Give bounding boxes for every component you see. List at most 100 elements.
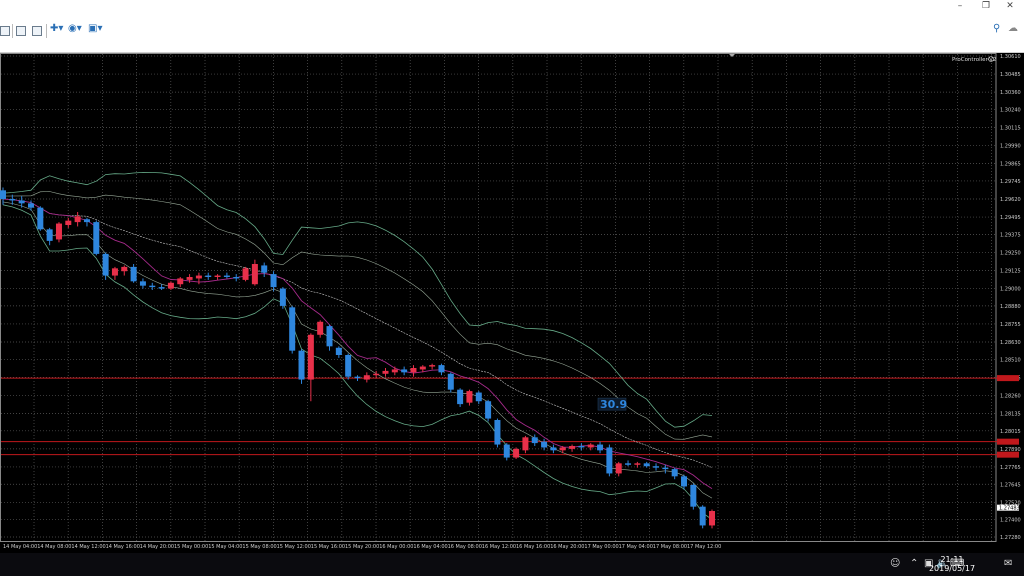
candle-body — [93, 222, 100, 254]
candle-body — [242, 268, 249, 280]
search-icon[interactable]: ⚲ — [993, 23, 1000, 34]
candle-body — [587, 444, 594, 448]
candle-body — [447, 373, 454, 390]
candle-body — [317, 321, 324, 335]
candle-body — [662, 467, 669, 470]
time-tick-label: 14 May 04:00 — [3, 544, 37, 550]
candle-body — [233, 277, 240, 279]
candle-body — [37, 207, 44, 230]
title-bar: – ❐ ✕ — [0, 0, 1024, 12]
candle-body — [625, 463, 632, 465]
candle-body — [139, 281, 146, 286]
clock-time[interactable]: 21:11 — [922, 555, 982, 564]
candle-body — [391, 369, 398, 373]
moving-average-line — [2, 198, 713, 489]
price-tick-label: 1.28015 — [1000, 429, 1021, 435]
minimize-icon[interactable]: – — [948, 0, 972, 12]
plot-border — [0, 53, 997, 542]
time-tick-label: 16 May 08:00 — [448, 544, 482, 550]
chevron-up-icon[interactable]: ⌃ — [910, 558, 918, 569]
time-tick-label: 16 May 04:00 — [413, 544, 447, 550]
candle-body — [578, 446, 585, 448]
candle-body — [46, 229, 53, 241]
bollinger-upper-line — [2, 171, 713, 428]
time-tick-label: 17 May 04:00 — [619, 544, 653, 550]
candle-body — [699, 506, 706, 526]
price-tick-label: 1.27400 — [1000, 518, 1021, 524]
price-tick-label: 1.28510 — [1000, 357, 1021, 363]
time-tick-label: 15 May 12:00 — [277, 544, 311, 550]
time-tick-label: 15 May 04:00 — [208, 544, 242, 550]
price-tick-label: 1.27645 — [1000, 482, 1021, 488]
table-icon[interactable] — [0, 26, 10, 36]
time-tick-label: 16 May 00:00 — [379, 544, 413, 550]
price-tick-label: 1.30610 — [1000, 54, 1021, 60]
candle-body — [681, 476, 688, 487]
price-tick-label: 1.29745 — [1000, 179, 1021, 185]
candle-body — [531, 437, 538, 444]
bar-chart-icon[interactable] — [16, 26, 26, 36]
close-icon[interactable]: ✕ — [998, 0, 1022, 12]
candle-body — [18, 200, 25, 204]
candle-body — [363, 375, 370, 380]
price-tick-label: 1.29990 — [1000, 144, 1021, 150]
candle-body — [457, 389, 464, 405]
candle-body — [373, 373, 380, 376]
objects-icon[interactable]: ◉▾ — [68, 23, 82, 34]
price-tick-label: 1.27280 — [1000, 535, 1021, 541]
candle-body — [223, 275, 230, 277]
price-tick-label: 1.30115 — [1000, 126, 1021, 132]
indicator-label: ProController-V2 — [952, 57, 996, 63]
level-tag — [997, 375, 1019, 382]
time-tick-label: 14 May 08:00 — [37, 544, 71, 550]
price-tick-label: 1.28755 — [1000, 322, 1021, 328]
notification-icon[interactable]: ✉ — [1004, 558, 1012, 569]
current-price-label: 1.27483 — [999, 506, 1020, 512]
toolbar: ✚▾ ◉▾ ▣▾ ⚲ ☁ — [0, 12, 1024, 53]
candle-body — [429, 365, 436, 367]
candle-body — [494, 420, 501, 445]
price-tick-label: 1.29250 — [1000, 250, 1021, 256]
candle-body — [167, 282, 174, 289]
candle-body — [419, 366, 426, 370]
candle-body — [186, 277, 193, 280]
candle-body — [0, 190, 6, 199]
price-tick-label: 1.29125 — [1000, 269, 1021, 275]
candle-body — [205, 275, 212, 277]
candle-body — [438, 365, 445, 373]
templates-icon[interactable]: ▣▾ — [88, 23, 102, 34]
time-tick-label: 15 May 16:00 — [311, 544, 345, 550]
candle-body — [335, 347, 342, 355]
candle-body — [466, 391, 473, 403]
time-tick-label: 17 May 00:00 — [584, 544, 618, 550]
candle-body — [401, 369, 408, 373]
restore-icon[interactable]: ❐ — [974, 0, 998, 12]
candle-body — [569, 446, 576, 449]
price-tick-label: 1.28260 — [1000, 393, 1021, 399]
clock-date[interactable]: 2019/05/17 — [922, 564, 982, 573]
candle-body — [9, 199, 16, 201]
candle-body — [475, 392, 482, 402]
candle-body — [177, 278, 184, 285]
candle-body — [261, 265, 268, 273]
price-tick-label: 1.28880 — [1000, 304, 1021, 310]
candle-body — [690, 485, 697, 507]
price-tick-label: 1.29620 — [1000, 197, 1021, 203]
price-chart[interactable]: 1.30610 1.30485 1.30360 1.30240 1.30115 1.299… — [0, 53, 1024, 553]
chart-canvas: 1.30610 1.30485 1.30360 1.30240 1.30115 1.299… — [0, 53, 1021, 550]
price-tick-label: 1.29495 — [1000, 215, 1021, 221]
indicators-icon[interactable]: ✚▾ — [50, 23, 63, 34]
candle-body — [74, 216, 81, 223]
candle-body — [298, 350, 305, 380]
people-icon[interactable]: ☺ — [890, 558, 900, 569]
time-tick-label: 14 May 12:00 — [71, 544, 105, 550]
candle-body — [522, 437, 529, 451]
time-tick-label: 14 May 20:00 — [140, 544, 174, 550]
chart-shift-marker — [729, 54, 735, 57]
chat-icon[interactable]: ☁ — [1008, 23, 1018, 34]
period-icon[interactable] — [32, 26, 42, 36]
candle-body — [634, 463, 641, 465]
candle-body — [289, 307, 296, 351]
candle-body — [513, 448, 520, 458]
bollinger-lower-line — [2, 204, 713, 520]
